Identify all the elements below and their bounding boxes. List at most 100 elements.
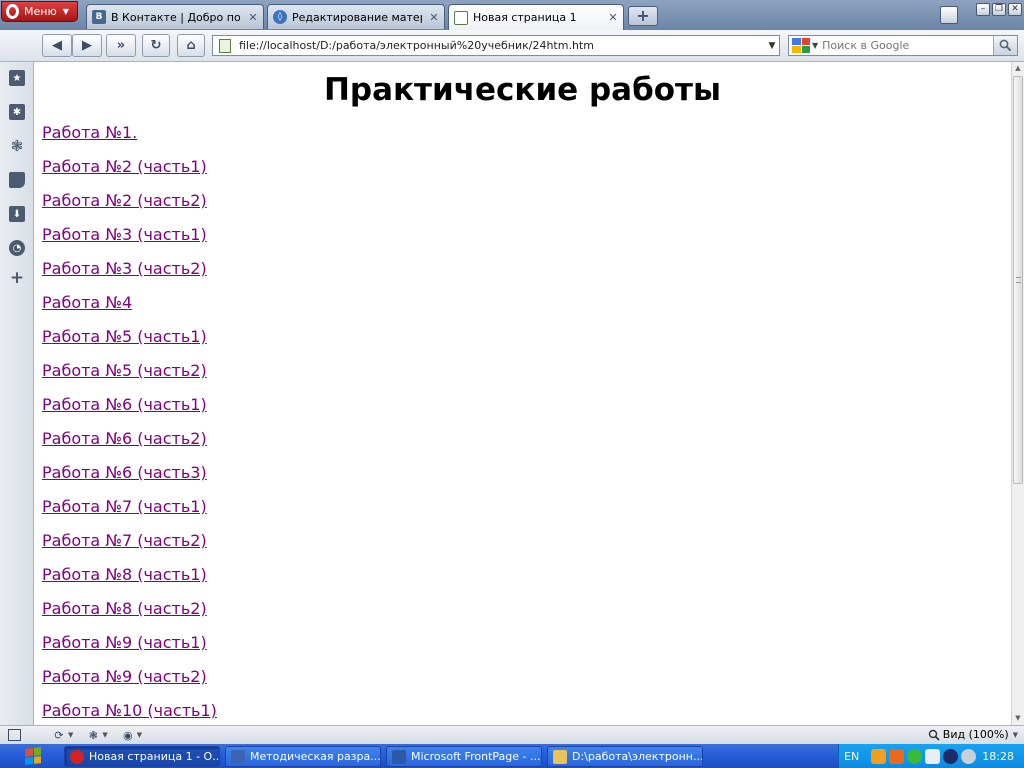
link-work-8-part1[interactable]: Работа №8 (часть1) (42, 564, 217, 598)
page-icon (454, 10, 468, 25)
unite-status-icon[interactable]: ❃ (85, 728, 101, 742)
taskbar-item-opera[interactable]: Новая страница 1 - О... (64, 746, 220, 767)
windows-taskbar: Новая страница 1 - О... Методическая раз… (0, 744, 1024, 768)
trash-icon[interactable] (940, 6, 958, 24)
link-work-3-part1[interactable]: Работа №3 (часть1) (42, 224, 217, 258)
link-work-9-part2[interactable]: Работа №9 (часть2) (42, 666, 217, 700)
notes-icon[interactable] (9, 172, 25, 188)
add-panel-icon[interactable]: + (9, 268, 25, 288)
new-tab-button[interactable]: + (628, 6, 658, 26)
link-work-3-part2[interactable]: Работа №3 (часть2) (42, 258, 217, 292)
tab-title: Редактирование матер... (292, 10, 422, 24)
link-work-5-part2[interactable]: Работа №5 (часть2) (42, 360, 217, 394)
volume-icon[interactable] (961, 748, 977, 764)
address-bar[interactable]: file://localhost/D:/работа/электронный%2… (212, 35, 780, 56)
link-work-1[interactable]: Работа №1. (42, 122, 217, 156)
start-button[interactable] (0, 744, 60, 768)
menu-label: Меню (24, 5, 57, 18)
fast-forward-button[interactable]: » (106, 34, 136, 57)
tray-app-icon[interactable] (889, 748, 905, 764)
link-work-5-part1[interactable]: Работа №5 (часть1) (42, 326, 217, 360)
status-bar: ⟳ ▼ ❃ ▼ ◉ ▼ Вид (100%) ▼ (0, 725, 1024, 744)
search-button[interactable] (993, 36, 1017, 55)
forward-button[interactable]: ▶ (72, 34, 102, 57)
link-work-6-part3[interactable]: Работа №6 (часть3) (42, 462, 217, 496)
back-button[interactable]: ◀ (42, 34, 72, 57)
reload-icon: ↻ (150, 38, 162, 53)
restore-icon[interactable]: ❐ (992, 3, 1006, 16)
tab-strip: Меню ▼ B В Контакте | Добро по... ✕ ◊ Ре… (0, 0, 1024, 30)
task-title: D:\работа\электронн... (572, 750, 702, 763)
opera-icon (70, 749, 84, 764)
link-work-4[interactable]: Работа №4 (42, 292, 217, 326)
tab-title: В Контакте | Добро по... (111, 10, 241, 24)
link-work-6-part1[interactable]: Работа №6 (часть1) (42, 394, 217, 428)
history-icon[interactable]: ◔ (9, 240, 25, 256)
opera-menu-button[interactable]: Меню ▼ (1, 1, 78, 22)
downloads-icon[interactable]: ⬇ (9, 206, 25, 222)
tab-close-icon[interactable]: ✕ (246, 11, 260, 24)
network-icon[interactable] (925, 748, 941, 764)
page-icon (219, 38, 231, 53)
word-icon (231, 749, 245, 764)
link-work-8-part2[interactable]: Работа №8 (часть2) (42, 598, 217, 632)
antivirus-icon[interactable] (943, 748, 959, 764)
tray-app-icon[interactable] (871, 748, 887, 764)
link-work-10-part1[interactable]: Работа №10 (часть1) (42, 700, 217, 725)
tab-title: Новая страница 1 (473, 11, 577, 24)
tab-editing[interactable]: ◊ Редактирование матер... ✕ (267, 4, 445, 29)
chevron-down-icon: ▼ (1012, 730, 1018, 739)
tab-close-icon[interactable]: ✕ (427, 11, 441, 24)
close-window-icon[interactable]: ✕ (1008, 3, 1022, 16)
zoom-control[interactable]: Вид (100%) ▼ (928, 728, 1018, 741)
links-list: Работа №1. Работа №2 (часть1) Работа №2 … (42, 122, 217, 725)
frontpage-icon (392, 749, 406, 764)
taskbar-item-frontpage[interactable]: Microsoft FrontPage - ... (386, 746, 542, 767)
link-work-2-part2[interactable]: Работа №2 (часть2) (42, 190, 217, 224)
navigation-toolbar: ◀ ▶ » ↻ ⌂ file://localhost/D:/работа/эле… (0, 30, 1024, 62)
task-title: Microsoft FrontPage - ... (411, 750, 541, 763)
folder-icon (553, 749, 567, 764)
icq-icon[interactable] (907, 748, 923, 764)
opera-link-icon[interactable]: ◉ (120, 728, 136, 742)
opera-logo-icon (6, 4, 19, 19)
reload-button[interactable]: ↻ (142, 34, 170, 57)
search-input[interactable] (822, 39, 993, 52)
link-work-2-part1[interactable]: Работа №2 (часть1) (42, 156, 217, 190)
vertical-scrollbar[interactable]: ▲ ▼ (1011, 62, 1024, 725)
scroll-thumb[interactable] (1013, 76, 1023, 484)
scroll-down-icon[interactable]: ▼ (1012, 712, 1024, 724)
system-tray: EN 18:28 (838, 744, 1024, 768)
minimize-icon[interactable]: – (976, 3, 990, 16)
vk-icon: B (92, 10, 106, 24)
page-content: Практические работы Работа №1. Работа №2… (34, 62, 1011, 725)
link-work-6-part2[interactable]: Работа №6 (часть2) (42, 428, 217, 462)
tab-vkontakte[interactable]: B В Контакте | Добро по... ✕ (86, 4, 264, 29)
fast-forward-icon: » (116, 38, 126, 53)
bookmarks-icon[interactable]: ★ (9, 70, 25, 86)
scroll-up-icon[interactable]: ▲ (1012, 62, 1024, 74)
page-title: Практические работы (323, 72, 722, 108)
panel-toggle-icon[interactable] (8, 729, 21, 741)
forward-arrow-icon: ▶ (82, 38, 92, 53)
taskbar-item-word[interactable]: Методическая разра... (225, 746, 381, 767)
home-button[interactable]: ⌂ (177, 34, 205, 57)
language-indicator[interactable]: EN (844, 750, 859, 763)
magnifier-icon (999, 39, 1012, 52)
tab-new-page[interactable]: Новая страница 1 ✕ (448, 4, 624, 30)
zoom-label: Вид (100%) (942, 728, 1009, 741)
search-box[interactable]: ▼ (788, 35, 1018, 56)
link-work-9-part1[interactable]: Работа №9 (часть1) (42, 632, 217, 666)
link-work-7-part1[interactable]: Работа №7 (часть1) (42, 496, 217, 530)
menu-arrow-icon: ▼ (62, 7, 69, 16)
taskbar-item-folder[interactable]: D:\работа\электронн... (547, 746, 703, 767)
link-work-7-part2[interactable]: Работа №7 (часть2) (42, 530, 217, 564)
unite-icon[interactable]: ❃ (9, 137, 25, 155)
turbo-icon[interactable]: ⟳ (51, 728, 67, 742)
tab-close-icon[interactable]: ✕ (606, 11, 620, 24)
widgets-icon[interactable]: ✱ (9, 104, 25, 120)
chevron-down-icon[interactable]: ▼ (765, 41, 779, 51)
address-url[interactable]: file://localhost/D:/работа/электронный%2… (239, 39, 765, 52)
home-icon: ⌂ (186, 38, 196, 53)
search-engine-dropdown-icon[interactable]: ▼ (812, 41, 818, 50)
